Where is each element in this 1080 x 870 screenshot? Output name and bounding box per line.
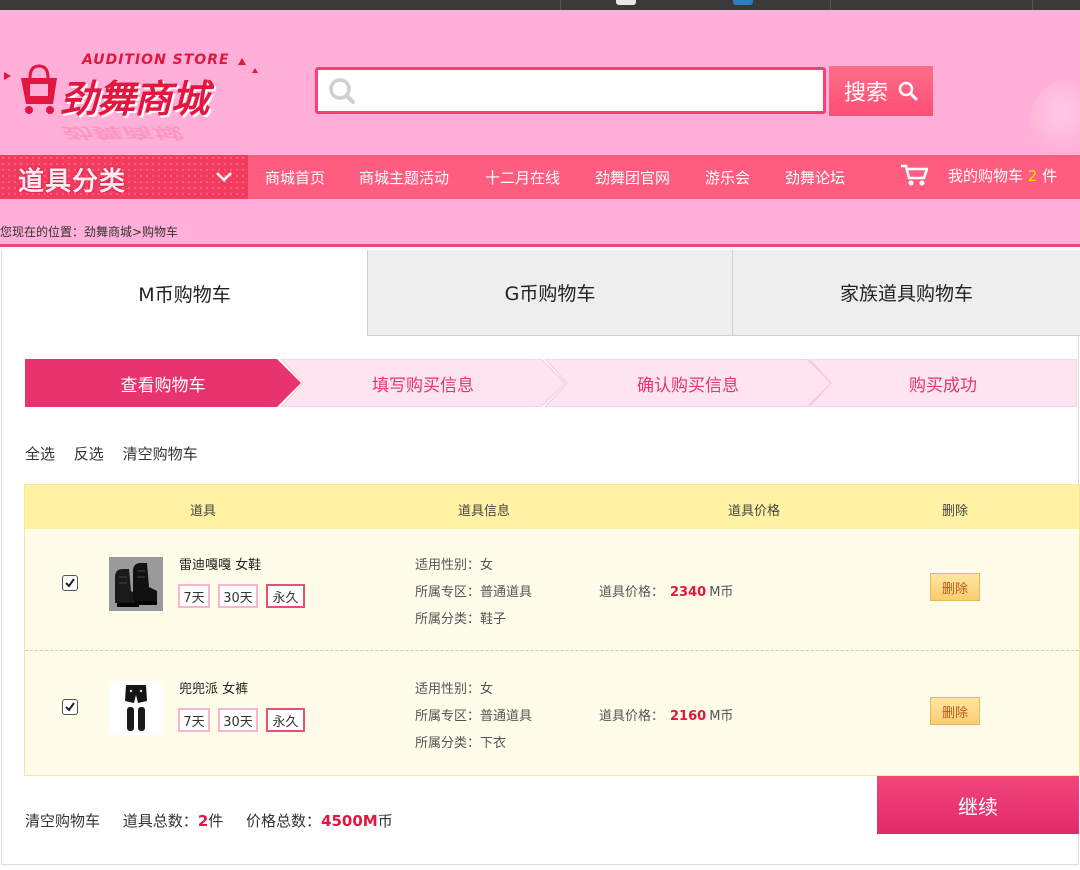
tab-m-coin-cart[interactable]: M币购物车 <box>2 250 368 336</box>
header-item-price: 道具价格 <box>727 504 781 519</box>
main-nav: 道具分类 商城首页 商城主题活动 十二月在线 劲舞团官网 游乐会 劲舞论坛 我的… <box>0 155 1080 199</box>
breadcrumb-bar: 您现在的位置：劲舞商城>购物车 <box>0 199 1080 247</box>
checkmark-icon <box>65 702 75 712</box>
item-price: 道具价格： 2160 M币 <box>599 709 734 724</box>
search-button[interactable]: 搜索 <box>829 66 933 116</box>
nav-item-official-site[interactable]: 劲舞团官网 <box>595 167 670 188</box>
step-label: 填写购买信息 <box>372 375 474 396</box>
duration-7-days[interactable]: 7天 <box>178 708 210 732</box>
item-image[interactable] <box>109 557 163 611</box>
step-label: 查看购物车 <box>120 375 206 396</box>
cart-panel: M币购物车 G币购物车 家族道具购物车 查看购物车 填写购买信息 确认购买信息 … <box>1 250 1080 865</box>
nav-item-forum[interactable]: 劲舞论坛 <box>785 167 845 188</box>
total-items-label: 道具总数： <box>122 812 198 830</box>
logo-chinese-text: 劲舞商城 <box>60 77 209 121</box>
logo-star-icon <box>252 68 258 73</box>
invert-selection-link[interactable]: 反选 <box>74 445 104 463</box>
search-box[interactable] <box>315 67 826 114</box>
item-gender: 适用性别：女 <box>415 558 494 573</box>
browser-top-bar <box>0 0 1080 10</box>
search-icon <box>898 81 918 101</box>
item-category: 所属分类：鞋子 <box>415 612 507 627</box>
search-button-label: 搜索 <box>843 81 888 106</box>
breadcrumb: 您现在的位置：劲舞商城>购物车 <box>0 225 179 239</box>
table-row: 兜兜派 女裤 7天 30天 永久 适用性别：女 所属专区：普通道具 所属分类：下… <box>25 653 1079 775</box>
step-purchase-success: 购买成功 <box>809 359 1077 407</box>
table-row: 雷迪嘎嘎 女鞋 7天 30天 永久 适用性别：女 所属专区：普通道具 所属分类：… <box>25 529 1079 651</box>
toolbar-divider <box>1032 0 1033 10</box>
item-gender: 适用性别：女 <box>415 682 494 697</box>
total-price-value: 4500M <box>321 812 378 830</box>
toolbar-share-icon <box>733 0 753 5</box>
delete-button[interactable]: 删除 <box>930 697 980 725</box>
item-category: 所属分类：下衣 <box>415 736 507 751</box>
selection-links: 全选 反选 清空购物车 <box>25 443 212 464</box>
header-delete: 删除 <box>941 504 969 519</box>
item-checkbox[interactable] <box>62 575 78 591</box>
search-icon <box>329 78 355 104</box>
black-boots-icon <box>109 557 163 611</box>
duration-permanent[interactable]: 永久 <box>266 708 305 732</box>
nav-item-theme-events[interactable]: 商城主题活动 <box>359 167 449 188</box>
select-all-link[interactable]: 全选 <box>25 445 55 463</box>
nav-item-fun-club[interactable]: 游乐会 <box>705 167 750 188</box>
duration-30-days[interactable]: 30天 <box>218 708 258 732</box>
step-fill-info: 填写购买信息 <box>281 359 565 407</box>
cart-table: 道具 道具信息 道具价格 删除 雷迪嘎嘎 女鞋 7天 30天 永久 适用性别：女… <box>24 484 1080 776</box>
item-checkbox[interactable] <box>62 699 78 715</box>
header-item: 道具 <box>189 504 217 519</box>
step-view-cart: 查看购物车 <box>25 359 301 407</box>
clear-cart-link[interactable]: 清空购物车 <box>123 445 198 463</box>
item-zone: 所属专区：普通道具 <box>415 585 533 600</box>
price-value: 2160 <box>670 709 707 724</box>
toolbar-divider <box>830 0 831 10</box>
step-label: 购买成功 <box>909 375 977 396</box>
decorative-bubble <box>1030 80 1080 155</box>
item-image[interactable] <box>109 681 163 735</box>
clear-cart-link[interactable]: 清空购物车 <box>25 812 100 830</box>
checkmark-icon <box>65 578 75 588</box>
total-items-value: 2 <box>197 812 209 830</box>
step-label: 确认购买信息 <box>637 375 739 396</box>
shopping-bag-icon <box>21 64 57 114</box>
nav-item-home[interactable]: 商城首页 <box>265 167 325 188</box>
nav-item-december-online[interactable]: 十二月在线 <box>485 167 560 188</box>
logo-star-icon <box>238 58 246 65</box>
logo-english-text: AUDITION STORE <box>82 52 230 68</box>
cart-count: 2 <box>1027 166 1038 185</box>
header-item-info: 道具信息 <box>457 504 511 519</box>
my-cart-link[interactable]: 我的购物车 2 件 <box>900 163 1057 187</box>
black-shorts-icon <box>109 681 163 735</box>
site-header: AUDITION STORE 劲舞商城 劲舞商城 搜索 <box>0 10 1080 155</box>
cart-summary: 清空购物车 道具总数：2件 价格总数：4500M币 <box>25 812 393 830</box>
logo-reflection: 劲舞商城 <box>60 123 180 142</box>
category-menu-label: 道具分类 <box>18 167 127 197</box>
my-cart-label: 我的购物车 2 件 <box>948 166 1058 185</box>
duration-7-days[interactable]: 7天 <box>178 584 210 608</box>
category-menu[interactable]: 道具分类 <box>0 155 248 199</box>
toolbar-divider <box>560 0 561 10</box>
duration-30-days[interactable]: 30天 <box>218 584 258 608</box>
tab-family-item-cart[interactable]: 家族道具购物车 <box>733 250 1080 336</box>
item-price: 道具价格： 2340 M币 <box>599 585 734 600</box>
cart-tabs: M币购物车 G币购物车 家族道具购物车 <box>2 250 1080 336</box>
search-input[interactable] <box>368 76 808 106</box>
toolbar-tab-icon <box>616 0 636 5</box>
chevron-down-icon <box>216 172 232 182</box>
continue-button[interactable]: 继续 <box>877 776 1079 834</box>
item-name[interactable]: 雷迪嘎嘎 女鞋 <box>179 554 261 573</box>
price-value: 2340 <box>670 585 707 600</box>
store-logo[interactable]: AUDITION STORE 劲舞商城 劲舞商城 <box>0 50 260 141</box>
item-name[interactable]: 兜兜派 女裤 <box>179 678 248 697</box>
shopping-cart-icon <box>901 164 928 186</box>
delete-button[interactable]: 删除 <box>930 573 980 601</box>
total-price-label: 价格总数： <box>246 812 322 830</box>
checkout-steps: 查看购物车 填写购买信息 确认购买信息 购买成功 <box>25 359 1077 407</box>
duration-permanent[interactable]: 永久 <box>266 584 305 608</box>
logo-star-icon <box>4 72 11 80</box>
item-zone: 所属专区：普通道具 <box>415 709 533 724</box>
tab-g-coin-cart[interactable]: G币购物车 <box>368 250 733 336</box>
table-header: 道具 道具信息 道具价格 删除 <box>25 485 1079 529</box>
step-confirm-info: 确认购买信息 <box>545 359 831 407</box>
